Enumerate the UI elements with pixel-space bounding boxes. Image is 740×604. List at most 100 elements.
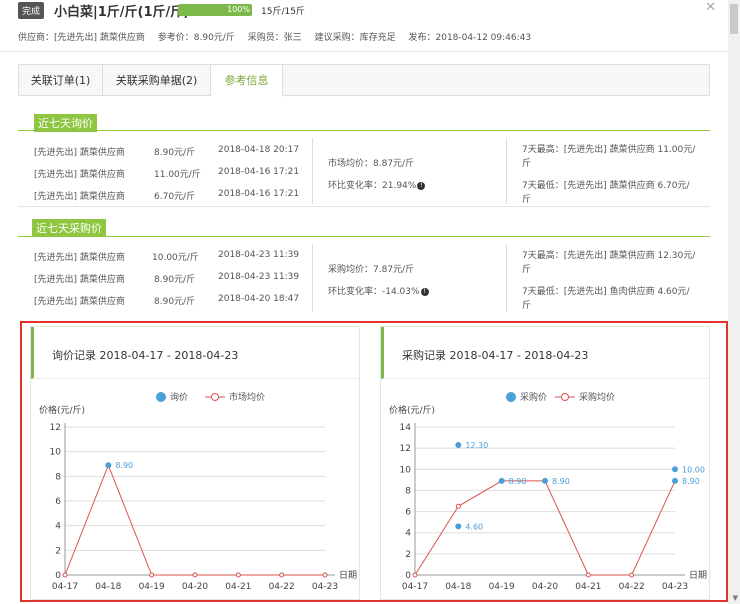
- purchase-change: 环比变化率：-14.03%: [328, 287, 420, 297]
- purchase-max: 7天最高：[先进先出] 蔬菜供应商 12.30元/: [522, 251, 696, 261]
- purchase-divider: [18, 236, 710, 237]
- scatter-point: [672, 466, 678, 473]
- purchase-section-title: 近七天采购价: [32, 219, 106, 237]
- x-tick-label: 04-21: [225, 582, 251, 592]
- scrollbar-thumb[interactable]: [730, 4, 738, 34]
- inquiry-col-divider: [312, 138, 313, 204]
- purchase-avg: 采购均价：7.87元/斤: [328, 265, 415, 275]
- data-label: 12.30: [465, 441, 488, 450]
- purchase-row-price: 8.90元/斤: [154, 297, 196, 307]
- inquiry-row-supplier: [先进先出] 蔬菜供应商: [34, 170, 125, 180]
- x-tick-label: 04-20: [182, 582, 208, 592]
- line-point: [585, 572, 591, 578]
- status-badge: 完成: [18, 2, 45, 19]
- scatter-point: [105, 462, 112, 469]
- y-tick-label: 12: [400, 444, 411, 454]
- info-icon[interactable]: !: [420, 287, 429, 296]
- x-tick-label: 04-17: [402, 582, 428, 592]
- tab-related-orders[interactable]: 关联订单(1): [19, 65, 103, 96]
- inquiry-row-price: 8.90元/斤: [154, 148, 196, 158]
- series-line: [414, 480, 676, 576]
- y-tick-label: 4: [55, 522, 61, 532]
- purchase-row-time: 2018-04-23 11:39: [218, 250, 300, 260]
- inquiry-chart: 询价 市场均价价格(元/斤) 0 2 4 6 8 10 12 日期 04-17 04-18 04-19 0…: [39, 391, 357, 592]
- purchase-col-divider-2: [506, 244, 507, 312]
- line-point: [455, 503, 461, 509]
- y-tick-label: 12: [50, 423, 61, 433]
- meta-published: 发布：2018-04-12 09:46:43: [408, 33, 532, 43]
- data-label: 8.90: [115, 461, 133, 470]
- x-tick-label: 04-20: [532, 582, 558, 592]
- inquiry-min-unit: 斤: [522, 195, 532, 205]
- inquiry-row-supplier: [先进先出] 蔬菜供应商: [34, 192, 125, 202]
- legend-scatter-marker: [156, 392, 166, 402]
- item-title: 小白菜|1斤/斤(1斤/斤): [54, 5, 190, 20]
- y-tick-label: 8: [55, 472, 61, 482]
- inquiry-divider: [18, 130, 710, 131]
- inquiry-chart-panel: 询价记录 2018-04-17 - 2018-04-23 询价 市场均价 价格(元/…: [30, 326, 360, 600]
- inquiry-max: 7天最高：[先进先出] 蔬菜供应商 11.00元/: [522, 145, 696, 155]
- meta-ref-price: 参考价：8.90元/斤: [157, 33, 235, 43]
- info-icon[interactable]: !: [417, 181, 426, 190]
- data-label: 8.90: [552, 477, 570, 486]
- inquiry-change: 环比变化率：21.94%: [328, 181, 417, 191]
- inquiry-row-price: 6.70元/斤: [154, 192, 196, 202]
- data-label: 8.90: [509, 477, 527, 486]
- purchase-chart-panel: 采购记录 2018-04-17 - 2018-04-23 采购价 采购均价 价格(元…: [380, 326, 710, 600]
- scrollbar[interactable]: ▼: [728, 0, 740, 604]
- tab-reference-info[interactable]: 参考信息: [211, 65, 283, 97]
- meta-suggestion: 建议采购：库存充足: [314, 33, 396, 43]
- inquiry-row-supplier: [先进先出] 蔬菜供应商: [34, 148, 125, 158]
- quantity-text: 15斤/15斤: [261, 7, 305, 17]
- inquiry-row-time: 2018-04-16 17:21: [218, 189, 300, 199]
- scatter-point: [455, 523, 462, 530]
- y-tick-label: 0: [405, 571, 411, 581]
- legend-line-point: [211, 393, 219, 401]
- y-tick-label: 6: [55, 497, 61, 507]
- data-label: 8.90: [682, 477, 700, 486]
- line-point: [149, 572, 155, 578]
- legend-line-label: 采购均价: [579, 391, 615, 403]
- inquiry-max-unit: 斤: [522, 159, 532, 169]
- inquiry-row-price: 11.00元/斤: [154, 170, 201, 180]
- tab-related-purchase-docs[interactable]: 关联采购单据(2): [103, 65, 211, 96]
- legend-scatter-marker: [506, 392, 516, 402]
- purchase-row-price: 10.00元/斤: [152, 253, 199, 263]
- scatter-point: [498, 477, 505, 484]
- purchase-row-supplier: [先进先出] 蔬菜供应商: [34, 297, 125, 307]
- y-tick-label: 0: [55, 571, 61, 581]
- x-tick-label: 04-22: [269, 582, 295, 592]
- line-point: [412, 572, 418, 578]
- inquiry-avg: 市场均价：8.87元/斤: [328, 159, 415, 169]
- detail-header: 完成 小白菜|1斤/斤(1斤/斤) 100% 15斤/15斤 ✕ 供应商：[先进…: [0, 0, 740, 52]
- progress-label: 100%: [227, 5, 250, 14]
- line-point: [62, 572, 68, 578]
- progress-bar: 100%: [178, 4, 252, 16]
- y-tick-label: 10: [400, 465, 412, 475]
- data-label: 10.00: [682, 465, 705, 474]
- line-point: [279, 572, 285, 578]
- meta-supplier: 供应商：[先进先出] 蔬菜供应商: [18, 33, 145, 43]
- y-tick-label: 6: [405, 508, 411, 518]
- section-divider: [18, 206, 710, 207]
- scatter-point: [672, 477, 678, 484]
- inquiry-col-divider-2: [506, 138, 507, 204]
- close-icon[interactable]: ✕: [705, 0, 716, 15]
- y-tick-label: 8: [405, 486, 411, 496]
- legend-scatter-label: 采购价: [520, 391, 547, 403]
- y-tick-label: 2: [405, 550, 411, 560]
- x-tick-label: 04-21: [575, 582, 601, 592]
- x-tick-label: 04-18: [445, 582, 471, 592]
- line-point: [235, 572, 241, 578]
- x-tick-label: 04-23: [662, 582, 688, 592]
- scroll-down-icon[interactable]: ▼: [733, 594, 738, 602]
- x-tick-label: 04-23: [312, 582, 338, 592]
- y-tick-label: 14: [400, 423, 412, 433]
- purchase-change-row: 环比变化率：-14.03%!: [328, 284, 429, 297]
- inquiry-change-row: 环比变化率：21.94%!: [328, 178, 426, 191]
- purchase-row-price: 8.90元/斤: [154, 275, 196, 285]
- purchase-row-time: 2018-04-23 11:39: [218, 272, 300, 282]
- y-tick-label: 4: [405, 529, 411, 539]
- y-axis-label: 价格(元/斤): [389, 404, 435, 416]
- meta-buyer: 采购员：张三: [247, 33, 302, 43]
